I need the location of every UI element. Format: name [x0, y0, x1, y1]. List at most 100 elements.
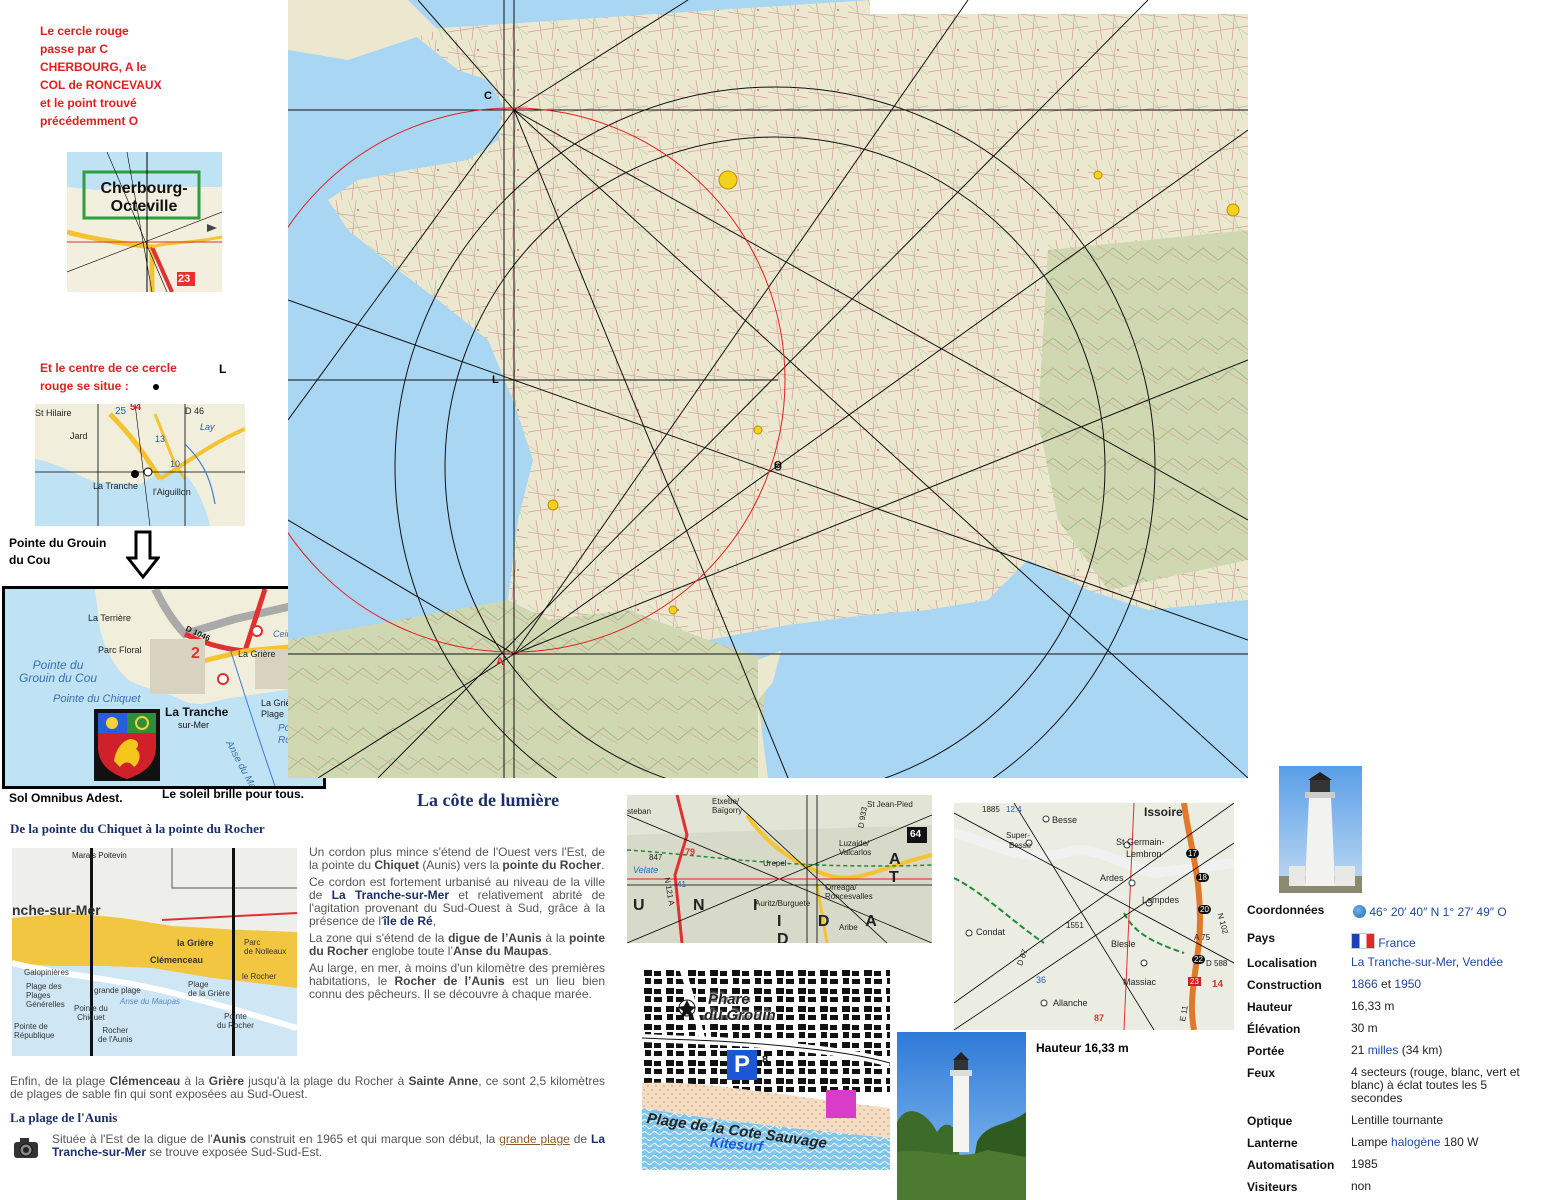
motto-latin: Sol Omnibus Adest.	[9, 791, 123, 805]
label-la-griere: La Grière	[238, 649, 276, 659]
localisation-link-dept[interactable]: Vendée	[1462, 955, 1503, 969]
issoire-map: 1885 12.4 Besse Issoire Super- Besse St …	[954, 803, 1234, 1030]
label-22: 22	[1192, 955, 1205, 964]
label-lay: Lay	[200, 422, 215, 432]
label-urepel: Urepel	[763, 859, 787, 868]
phare-grouin-map: Phare du Grouin P 8 Plage de la Cote Sau…	[642, 968, 890, 1170]
label-baigorry: Etxebe/ Baïgorry	[712, 797, 743, 815]
label-at: A T	[889, 851, 918, 886]
label-plages: Plage des Plages Générelles	[26, 982, 65, 1009]
label-lempdes: Lempdes	[1142, 895, 1180, 905]
motto-french: Le soleil brille pour tous.	[162, 787, 305, 801]
pays-link[interactable]: France	[1378, 936, 1415, 950]
article-section-2: La plage de l'Aunis	[10, 1110, 118, 1125]
label-anse: Anse du Maupas	[120, 997, 181, 1006]
label-uni: U N I	[633, 897, 780, 914]
milles-link[interactable]: milles	[1368, 1043, 1399, 1057]
camera-icon[interactable]	[12, 1135, 40, 1161]
label-issoire: Issoire	[1144, 805, 1183, 819]
label-14: 14	[1212, 979, 1224, 990]
label-25: 25	[115, 406, 127, 417]
label-st-jean: St Jean-Pied	[867, 800, 913, 809]
label-le-rocher: le Rocher	[242, 972, 277, 981]
point-c-label: C	[484, 90, 492, 102]
label-pointe-grouin: Pointe du Grouin du Cou	[19, 658, 98, 685]
article-body-column: Un cordon plus mince s'étend de l'Ouest …	[309, 846, 605, 1005]
france-flag-icon	[1351, 933, 1375, 949]
coat-of-arms-icon	[94, 709, 160, 781]
label-d588: D 588	[1206, 959, 1228, 968]
center-dot	[153, 384, 159, 390]
cherbourg-label: Cherbourg- Octeville	[100, 180, 188, 215]
label-41: 41	[677, 880, 686, 889]
label-luzaide: Luzaide/ Valcarlos	[839, 839, 872, 857]
label-town: La Tranche	[165, 705, 229, 719]
article-map: Marais Poitevin nche-sur-Mer la Grière C…	[12, 848, 297, 1056]
lighthouse-photo-tower	[1279, 766, 1362, 893]
label-87: 87	[1094, 1013, 1105, 1023]
center-note: Et le centre de ce cercle rouge se situe…	[40, 361, 177, 393]
label-parc: Parc de Nolleaux	[244, 938, 287, 956]
coordinates-link[interactable]: 46° 20′ 40″ N 1° 27′ 49″ O	[1369, 905, 1506, 919]
globe-icon[interactable]	[1353, 905, 1366, 918]
label-pointe-du-rocher: Pointe du Rocher	[217, 1012, 254, 1030]
label-town-sub: sur-Mer	[178, 720, 209, 730]
label-ardes: Ardes	[1100, 873, 1124, 883]
article-body-full: Enfin, de la plage Clémenceau à la Grièr…	[10, 1075, 605, 1105]
label-1551: 1551	[1066, 921, 1084, 930]
construction-link-1950[interactable]: 1950	[1394, 977, 1421, 991]
article-section-1: De la pointe du Chiquet à la pointe du R…	[10, 821, 265, 836]
construction-link-1866[interactable]: 1866	[1351, 977, 1378, 991]
paragraph-4: Au large, en mer, à moins d'un kilomètre…	[309, 961, 605, 1001]
label-besse: Besse	[1052, 815, 1078, 825]
label-13: 13	[155, 434, 166, 444]
label-10: 10	[170, 459, 181, 469]
label-road-2: 2	[191, 645, 200, 662]
paragraph-5: Enfin, de la plage Clémenceau à la Grièr…	[10, 1074, 605, 1101]
cherbourg-inset-map: Cherbourg- Octeville 23	[67, 152, 222, 292]
height-caption: Hauteur 16,33 m	[1036, 1041, 1129, 1055]
label-23: 23	[1188, 977, 1201, 986]
label-idad: I D A D	[777, 913, 893, 943]
label-17: 17	[1186, 849, 1199, 858]
label-64: 64	[910, 829, 922, 840]
article-body-aunis: Située à l'Est de la digue de l'Aunis co…	[52, 1133, 605, 1163]
label-20: 20	[1198, 905, 1211, 914]
france-map[interactable]: C L O A	[288, 0, 1248, 778]
label-d46: D 46	[185, 406, 205, 416]
localisation-link-town[interactable]: La Tranche-sur-Mer	[1351, 955, 1456, 969]
label-parc-floral: Parc Floral	[98, 645, 142, 655]
label-jard: Jard	[70, 431, 88, 441]
paragraph-2: Ce cordon est fortement urbanisé au nive…	[309, 875, 605, 928]
label-st-germain: St Germain-	[1116, 837, 1165, 847]
road-number: 23	[178, 273, 191, 285]
label-pointe-chiquet: Pointe du Chiquet	[53, 693, 141, 705]
label-massiac: Massiac	[1123, 977, 1157, 987]
label-lembron: Lembron	[1126, 849, 1162, 859]
pointe-grouin-note: Pointe du Grouin du Cou	[9, 536, 107, 567]
label-allanche: Allanche	[1053, 998, 1088, 1008]
down-arrow-icon	[126, 530, 160, 580]
label-8: 8	[762, 1054, 769, 1066]
point-o-label: O	[774, 460, 782, 471]
label-griere: la Grière	[177, 938, 214, 948]
label-clemenceau: Clémenceau	[150, 955, 204, 965]
label-condat: Condat	[976, 927, 1006, 937]
tranche-small-inset-map: St Hilaire Jard La Tranche l'Aiguillon D…	[35, 404, 245, 526]
label-aiguillon: l'Aiguillon	[153, 487, 191, 497]
label-79: 79	[685, 847, 696, 857]
halogene-link[interactable]: halogène	[1391, 1135, 1440, 1149]
label-36: 36	[1036, 975, 1047, 985]
label-super: Super-	[1006, 831, 1031, 840]
label-phare-grouin: Phare du Grouin	[704, 991, 776, 1024]
grande-plage-link[interactable]: grande plage	[499, 1132, 570, 1146]
roncevaux-map: Etxebe/ Baïgorry St Jean-Pied steban 847…	[627, 795, 932, 943]
label-1885: 1885	[982, 805, 1000, 814]
label-steban: steban	[627, 807, 652, 816]
label-st-hilaire: St Hilaire	[35, 408, 72, 418]
point-l-label: L	[492, 374, 499, 386]
label-pointe-chiquet: Pointe du Chiquet	[74, 1004, 108, 1022]
paragraph-1: Un cordon plus mince s'étend de l'Ouest …	[309, 845, 605, 872]
grouin-framed-inset-map: La Terrière Pointe du Grouin du Cou Parc…	[2, 586, 326, 789]
label-town: nche-sur-Mer	[12, 902, 101, 918]
